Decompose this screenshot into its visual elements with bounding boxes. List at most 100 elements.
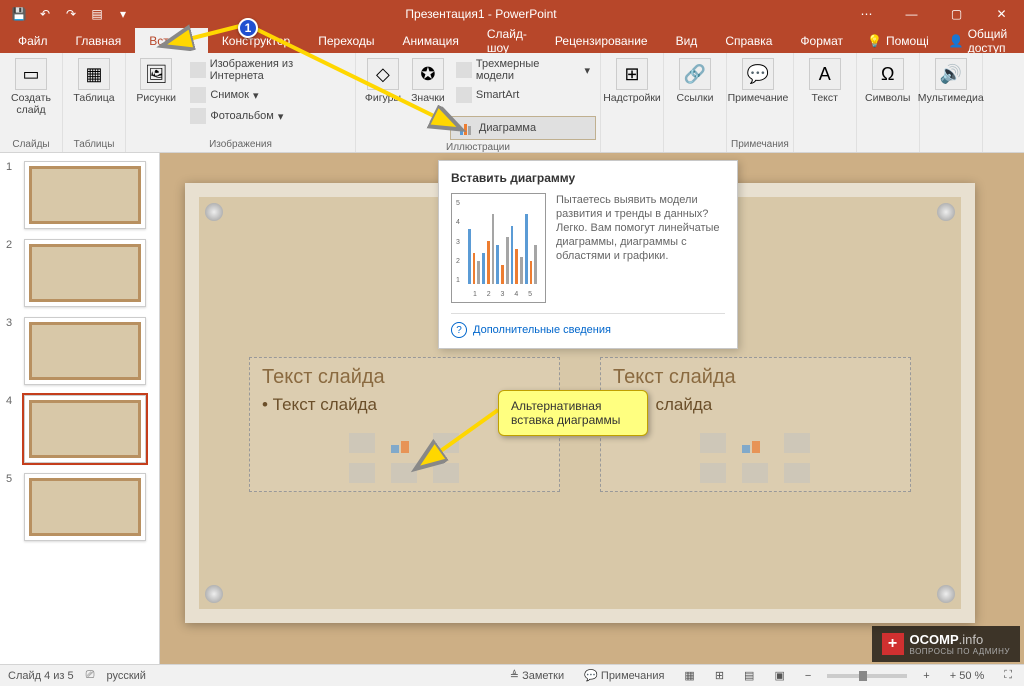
table-button[interactable]: ▦ Таблица (67, 56, 121, 106)
shapes-icon: ◇ (367, 58, 399, 90)
table-icon: ▦ (78, 58, 110, 90)
slide-thumbnails[interactable]: 1 2 3 4 5 (0, 153, 160, 664)
placeholder-title: Текст слайда (613, 366, 898, 389)
fit-to-window-button[interactable]: ⛶ (1000, 669, 1016, 682)
minimize-button[interactable]: — (889, 0, 934, 28)
comment-button[interactable]: 💬Примечание (731, 56, 785, 106)
slideshow-view-icon[interactable]: ▣ (770, 669, 788, 682)
tab-format[interactable]: Формат (786, 28, 857, 53)
thumb-3[interactable] (24, 317, 146, 385)
share-icon: 👤 (949, 34, 964, 48)
insert-smartart-icon[interactable] (784, 433, 810, 453)
ribbon-tabs: Файл Главная Вставка Конструктор Переход… (0, 28, 1024, 53)
thumb-num-5: 5 (6, 473, 20, 485)
pictures-icon: 🖼 (140, 58, 172, 90)
insert-video-icon[interactable] (433, 463, 459, 483)
insert-table-icon[interactable] (349, 433, 375, 453)
ribbon-options-icon[interactable]: ⋯ (844, 0, 889, 28)
comments-button[interactable]: 💬 Примечания (580, 669, 668, 682)
group-links: 🔗Ссылки (664, 53, 727, 152)
reading-view-icon[interactable]: ▤ (740, 669, 758, 682)
3d-models-button[interactable]: Трехмерные модели ▾ (450, 56, 596, 84)
link-icon: 🔗 (679, 58, 711, 90)
tab-review[interactable]: Рецензирование (541, 28, 662, 53)
new-slide-icon: ▭ (15, 58, 47, 90)
group-text: AТекст (794, 53, 857, 152)
icons-button[interactable]: ✪ Значки (408, 56, 448, 106)
screenshot-button[interactable]: Снимок ▾ (184, 85, 351, 105)
pictures-button[interactable]: 🖼 Рисунки (130, 56, 182, 106)
group-tables: ▦ Таблица Таблицы (63, 53, 126, 152)
tab-file[interactable]: Файл (4, 28, 62, 53)
tab-help[interactable]: Справка (711, 28, 786, 53)
tab-view[interactable]: Вид (662, 28, 712, 53)
insert-chart-icon[interactable] (391, 433, 417, 453)
redo-icon[interactable]: ↷ (60, 3, 82, 25)
links-button[interactable]: 🔗Ссылки (668, 56, 722, 106)
spell-check-icon[interactable]: ⎚ (86, 669, 95, 682)
content-icon-grid (700, 433, 812, 483)
new-slide-button[interactable]: ▭ Создать слайд (4, 56, 58, 118)
tab-transitions[interactable]: Переходы (304, 28, 388, 53)
tooltip-more-link[interactable]: Дополнительные сведения (451, 313, 725, 338)
zoom-level[interactable]: + 50 % (946, 670, 989, 682)
online-pictures-button[interactable]: Изображения из Интернета (184, 56, 351, 84)
zoom-in-button[interactable]: + (919, 670, 933, 682)
corner-decoration (205, 203, 223, 221)
share-button[interactable]: 👤Общий доступ (939, 28, 1020, 53)
symbols-button[interactable]: ΩСимволы (861, 56, 915, 106)
insert-smartart-icon[interactable] (433, 433, 459, 453)
annotation-callout: Альтернативная вставка диаграммы (498, 390, 648, 436)
insert-online-picture-icon[interactable] (391, 463, 417, 483)
media-button[interactable]: 🔊Мультимедиа (924, 56, 978, 106)
zoom-out-button[interactable]: − (801, 670, 815, 682)
insert-picture-icon[interactable] (349, 463, 375, 483)
qat-more-icon[interactable]: ▾ (112, 3, 134, 25)
watermark: + OCOMP.info ВОПРОСЫ ПО АДМИНУ (872, 626, 1021, 662)
thumb-2[interactable] (24, 239, 146, 307)
insert-video-icon[interactable] (784, 463, 810, 483)
insert-chart-icon[interactable] (742, 433, 768, 453)
chart-icon (459, 120, 475, 136)
group-comments-label: Примечания (731, 137, 789, 152)
text-button[interactable]: AТекст (798, 56, 852, 106)
save-icon[interactable]: 💾 (8, 3, 30, 25)
language-indicator[interactable]: русский (106, 670, 145, 682)
close-button[interactable]: ✕ (979, 0, 1024, 28)
tell-me-button[interactable]: 💡Помощі (857, 28, 939, 53)
sorter-view-icon[interactable]: ⊞ (711, 669, 728, 682)
insert-online-picture-icon[interactable] (742, 463, 768, 483)
slide-counter[interactable]: Слайд 4 из 5 (8, 670, 74, 682)
thumb-1[interactable] (24, 161, 146, 229)
thumb-num-2: 2 (6, 239, 20, 251)
symbol-icon: Ω (872, 58, 904, 90)
photo-album-button[interactable]: Фотоальбом ▾ (184, 106, 351, 126)
zoom-slider[interactable] (827, 674, 907, 678)
screenshot-icon (190, 87, 206, 103)
tab-insert[interactable]: Вставка (135, 28, 208, 53)
title-bar: 💾 ↶ ↷ ▤ ▾ Презентация1 - PowerPoint ⋯ — … (0, 0, 1024, 28)
chart-button[interactable]: Диаграмма (450, 116, 596, 140)
start-slideshow-icon[interactable]: ▤ (86, 3, 108, 25)
insert-picture-icon[interactable] (700, 463, 726, 483)
addins-button[interactable]: ⊞Надстройки (605, 56, 659, 106)
group-symbols: ΩСимволы (857, 53, 920, 152)
maximize-button[interactable]: ▢ (934, 0, 979, 28)
undo-icon[interactable]: ↶ (34, 3, 56, 25)
thumb-5[interactable] (24, 473, 146, 541)
tab-slideshow[interactable]: Слайд-шоу (473, 28, 541, 53)
group-slides-label: Слайды (4, 137, 58, 152)
comment-icon: 💬 (742, 58, 774, 90)
smartart-button[interactable]: SmartArt (450, 85, 596, 105)
shapes-button[interactable]: ◇ Фигуры (360, 56, 406, 106)
tooltip-body: Пытаетесь выявить модели развития и трен… (556, 193, 725, 303)
online-pictures-icon (190, 62, 205, 78)
thumb-4[interactable] (24, 395, 146, 463)
notes-button[interactable]: ≜ Заметки (506, 669, 568, 682)
album-icon (190, 108, 206, 124)
tab-home[interactable]: Главная (62, 28, 136, 53)
insert-table-icon[interactable] (700, 433, 726, 453)
tab-animations[interactable]: Анимация (389, 28, 473, 53)
normal-view-icon[interactable]: ▦ (680, 669, 698, 682)
media-icon: 🔊 (935, 58, 967, 90)
